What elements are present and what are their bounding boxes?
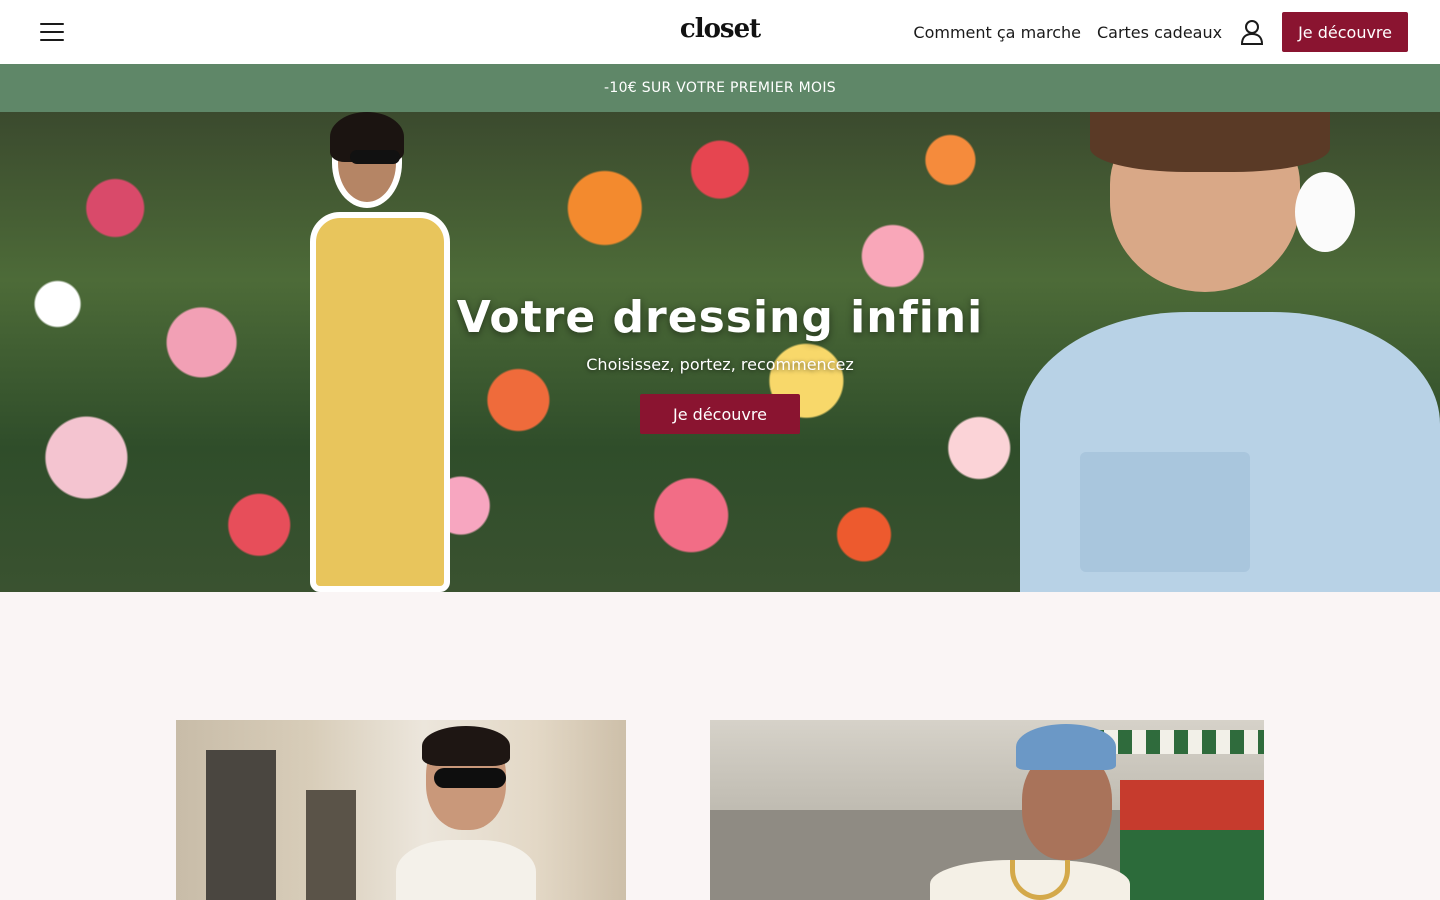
hamburger-menu-icon[interactable] (38, 20, 66, 44)
nav-link-how-it-works[interactable]: Comment ça marche (913, 23, 1081, 42)
site-header: closet Comment ça marche Cartes cadeaux … (0, 0, 1440, 64)
hero-discover-button[interactable]: Je découvre (640, 394, 800, 434)
top-nav: Comment ça marche Cartes cadeaux Je déco… (913, 12, 1408, 52)
user-icon[interactable] (1238, 18, 1266, 46)
lookbook-card-street-sunglasses[interactable] (176, 720, 626, 900)
nav-link-gift-cards[interactable]: Cartes cadeaux (1097, 23, 1222, 42)
hero-title: Votre dressing infini (456, 292, 984, 343)
promo-banner[interactable]: -10€ SUR VOTRE PREMIER MOIS (0, 64, 1440, 112)
promo-text: -10€ SUR VOTRE PREMIER MOIS (604, 80, 836, 96)
hero-content: Votre dressing infini Choisissez, portez… (0, 112, 1440, 592)
hero-banner: Votre dressing infini Choisissez, portez… (0, 112, 1440, 592)
hero-subtitle: Choisissez, portez, recommencez (586, 355, 854, 374)
lookbook-card-market-cap[interactable] (710, 720, 1264, 900)
header-discover-button[interactable]: Je découvre (1282, 12, 1408, 52)
logo[interactable]: closet (680, 14, 761, 44)
